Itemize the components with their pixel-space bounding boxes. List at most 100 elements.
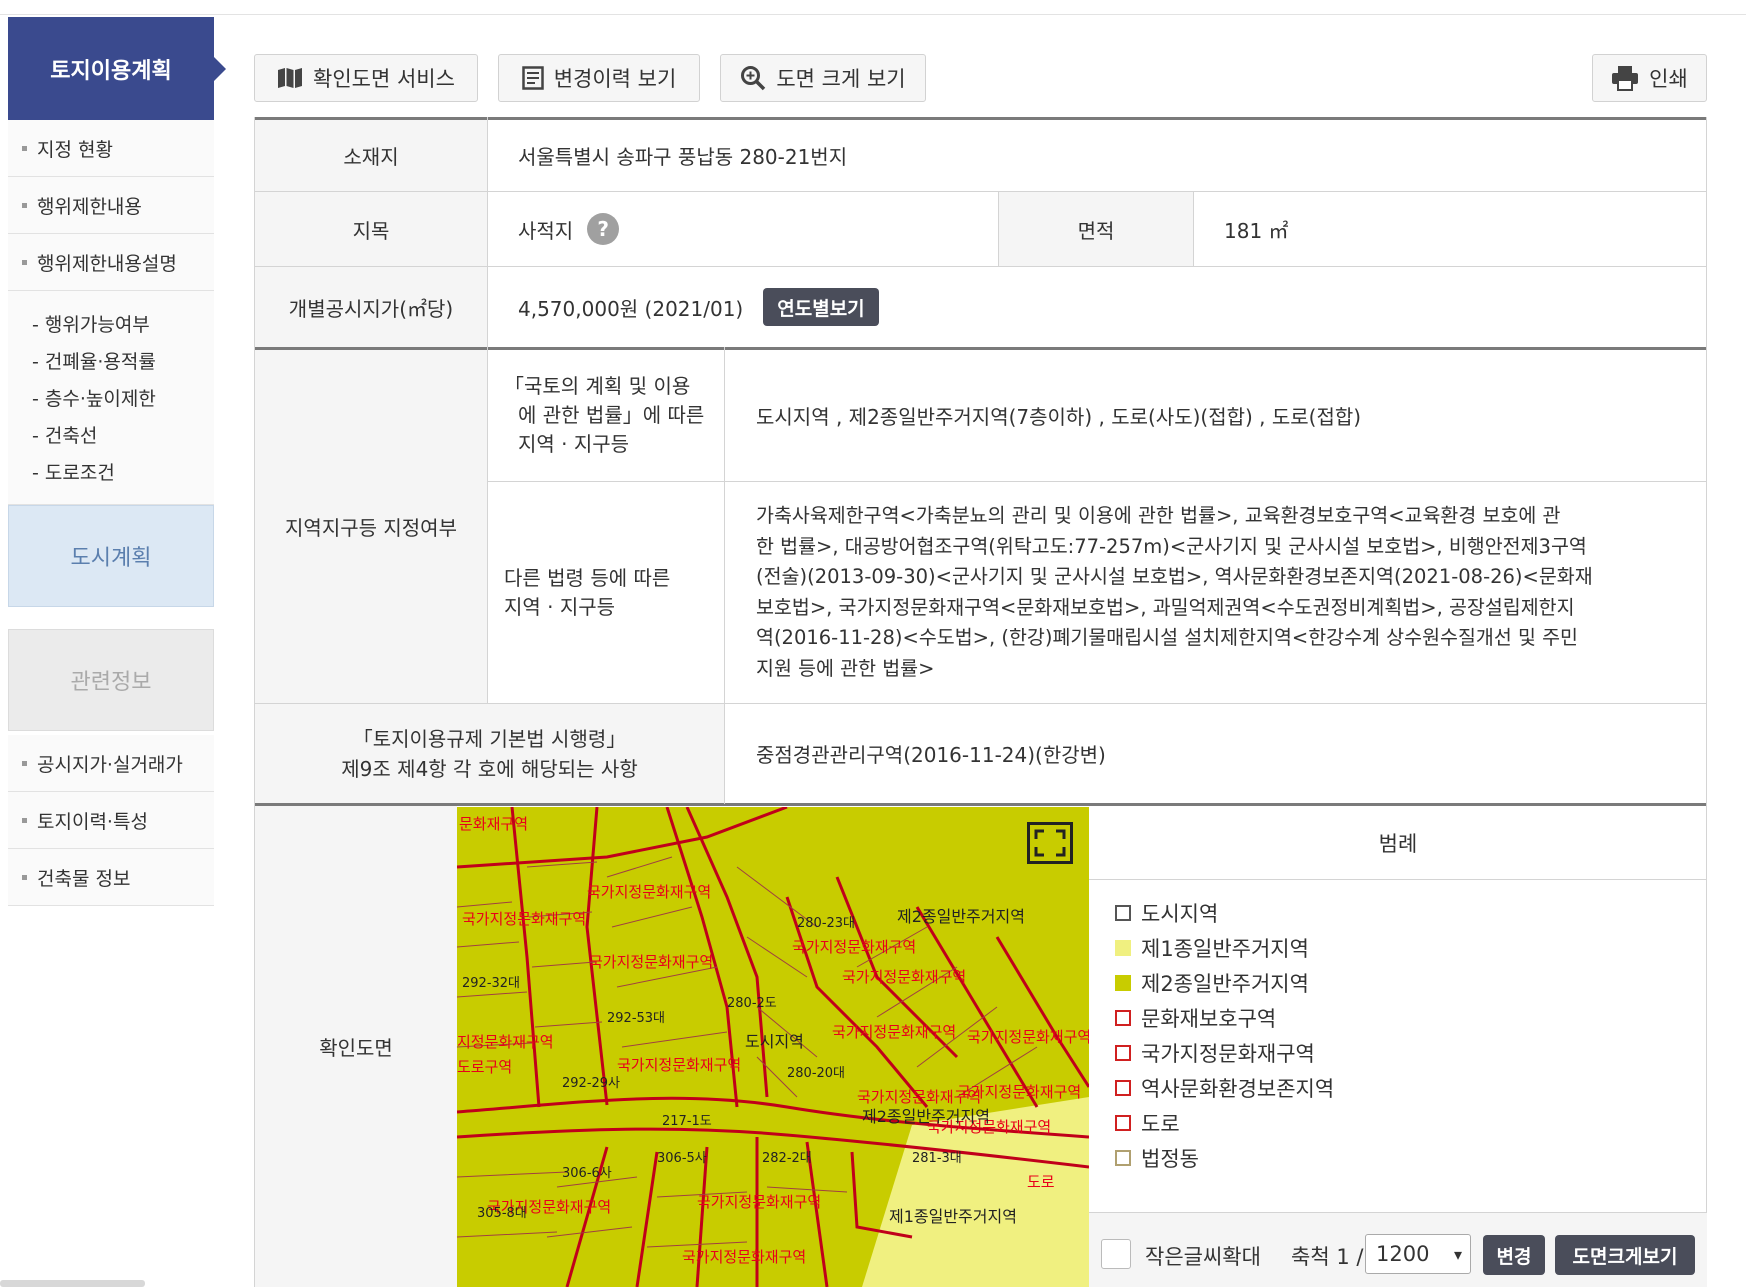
horizontal-scrollbar[interactable]: [0, 1280, 145, 1287]
national-law-value: 도시지역 , 제2종일반주거지역(7층이하) , 도로(사도)(접합) , 도로…: [756, 405, 1362, 429]
area-label: 면적: [999, 192, 1193, 266]
yearly-view-button[interactable]: 연도별보기: [763, 288, 879, 326]
svg-text:국가지정문화재구역: 국가지정문화재구역: [792, 938, 916, 956]
svg-text:제2종일반주거지역: 제2종일반주거지역: [897, 907, 1025, 926]
sidebar-header[interactable]: 토지이용계획: [8, 17, 226, 120]
svg-text:306-6사: 306-6사: [562, 1166, 612, 1181]
legend-item-legal-dong: 법정동: [1115, 1140, 1334, 1175]
svg-text:국가지정문화재구역: 국가지정문화재구역: [967, 1028, 1089, 1046]
svg-text:국가지정문화재구역: 국가지정문화재구역: [682, 1248, 806, 1266]
svg-text:국가지정문화재구역: 국가지정문화재구역: [697, 1193, 821, 1211]
sidebar-sublist: - 행위가능여부 - 건폐율·용적률 - 층수·높이제한 - 건축선 - 도로조…: [8, 291, 214, 505]
national-law-label-line: 지역 · 지구등: [518, 432, 630, 456]
map-controls-bar: 작은글씨확대 축척 1 / 1200 ▾ 변경 도면크게보기: [1089, 1212, 1707, 1287]
legend-label: 도로: [1141, 1111, 1180, 1136]
sidebar-item-label: 행위제한내용설명: [37, 252, 177, 275]
legend-divider: [1089, 879, 1707, 880]
other-law-line: 지원 등에 관한 법률>: [756, 656, 935, 680]
col-divider: [724, 347, 725, 804]
other-law-line: 가축사육제한구역<가축분뇨의 관리 및 이용에 관한 법률>, 교육환경보호구역…: [756, 504, 1561, 527]
sidebar-sub-building-line[interactable]: - 건축선: [32, 418, 214, 455]
svg-text:국가지정문화재구역: 국가지정문화재구역: [462, 910, 586, 928]
legend-swatch: [1115, 1044, 1131, 1061]
zoom-map-button[interactable]: 도면 크게 보기: [720, 54, 926, 102]
col-divider: [487, 117, 488, 348]
svg-text:217-1도: 217-1도: [662, 1114, 712, 1129]
sidebar-sub-height[interactable]: - 층수·높이제한: [32, 381, 214, 418]
svg-text:306-5사: 306-5사: [657, 1151, 707, 1166]
legend-swatch: [1115, 1079, 1131, 1096]
small-text-checkbox[interactable]: [1101, 1239, 1131, 1269]
svg-text:국가지정문화재구역: 국가지정문화재구역: [842, 968, 966, 986]
bullet-icon: [22, 145, 27, 151]
sidebar: 토지이용계획 지정 현황 행위제한내용 행위제한내용설명 - 행위가능여부 - …: [8, 17, 226, 906]
bullet-icon: [22, 817, 27, 823]
printer-icon: [1612, 66, 1639, 91]
svg-text:282-2대: 282-2대: [762, 1151, 812, 1166]
map-canvas: 문화재구역 국가지정문화재구역 국가지정문화재구역 국가지정문화재구역 국가지정…: [457, 807, 1089, 1287]
help-icon[interactable]: ?: [587, 213, 620, 245]
confirm-map-service-button[interactable]: 확인도면 서비스: [254, 54, 478, 102]
zoom-map-label: 도면 크게 보기: [776, 67, 906, 91]
svg-text:280-2도: 280-2도: [727, 996, 777, 1011]
legend-label: 제1종일반주거지역: [1141, 936, 1309, 961]
sidebar-item-label: 지정 현황: [37, 138, 113, 161]
other-law-line: (전술)(2013-09-30)<군사기지 및 군사시설 보호법>, 역사문화환…: [756, 565, 1593, 588]
sidebar-sub-permitted[interactable]: - 행위가능여부: [32, 307, 214, 344]
small-text-label: 작은글씨확대: [1145, 1245, 1261, 1269]
jimok-cell: 사적지 ?: [518, 192, 998, 266]
jimok-value: 사적지: [518, 218, 574, 243]
sidebar-sub-coverage[interactable]: - 건폐율·용적률: [32, 344, 214, 381]
sidebar-item-restriction[interactable]: 행위제한내용: [8, 177, 214, 234]
legend-item-zone1: 제1종일반주거지역: [1115, 930, 1334, 965]
svg-text:292-32대: 292-32대: [462, 976, 520, 991]
legend-swatch: [1115, 904, 1131, 921]
sidebar-item-label: 토지이력·특성: [37, 810, 148, 833]
bullet-icon: [22, 874, 27, 880]
print-button[interactable]: 인쇄: [1592, 54, 1707, 102]
scale-value: 1200: [1376, 1242, 1430, 1266]
change-history-button[interactable]: 변경이력 보기: [498, 54, 700, 102]
legend-label: 제2종일반주거지역: [1141, 971, 1309, 996]
sidebar-item-land-history[interactable]: 토지이력·특성: [8, 792, 214, 849]
change-scale-button[interactable]: 변경: [1483, 1235, 1545, 1275]
legend-item-historic-environment: 역사문화환경보존지역: [1115, 1070, 1334, 1105]
sidebar-item-building[interactable]: 건축물 정보: [8, 849, 214, 906]
sidebar-sub-road[interactable]: - 도로조건: [32, 455, 214, 492]
national-law-label: 「국토의 계획 및 이용 에 관한 법률」에 따른 지역 · 지구등: [488, 350, 724, 481]
legend-label: 역사문화환경보존지역: [1141, 1076, 1335, 1101]
legend-item-national-heritage: 국가지정문화재구역: [1115, 1035, 1334, 1070]
price-label: 개별공시지가(㎡당): [255, 267, 487, 347]
sidebar-item-restriction-desc[interactable]: 행위제한내용설명: [8, 234, 214, 291]
fullscreen-icon[interactable]: [1028, 823, 1072, 863]
legend-label: 도시지역: [1141, 901, 1219, 926]
legend-swatch: [1115, 974, 1131, 991]
svg-text:문화재구역: 문화재구역: [459, 815, 528, 833]
svg-text:305-8대: 305-8대: [477, 1206, 527, 1221]
other-law-line: 역(2016-11-28)<수도법>, (한강)폐기물매립시설 설치제한지역<한…: [756, 626, 1578, 649]
svg-text:국가지정문화재구역: 국가지정문화재구역: [589, 953, 713, 971]
svg-text:280-23대: 280-23대: [797, 916, 855, 931]
scale-select[interactable]: 1200 ▾: [1365, 1234, 1471, 1274]
sidebar-related-info[interactable]: 관련정보: [8, 629, 214, 731]
print-label: 인쇄: [1649, 67, 1688, 91]
svg-text:제2종일반주거지역: 제2종일반주거지역: [862, 1107, 990, 1126]
legend-swatch: [1115, 939, 1131, 956]
sidebar-item-label: 건축물 정보: [37, 867, 131, 890]
legend-swatch: [1115, 1149, 1131, 1166]
svg-text:국가지정문화재구역: 국가지정문화재구역: [617, 1056, 741, 1074]
legend-label: 법정동: [1141, 1146, 1199, 1171]
sidebar-city-plan[interactable]: 도시계획: [8, 505, 214, 607]
sidebar-item-designation[interactable]: 지정 현황: [8, 120, 214, 177]
magnifier-icon: [741, 66, 766, 91]
svg-text:280-20대: 280-20대: [787, 1066, 845, 1081]
regulation-label-line: 제9조 제4항 각 호에 해당되는 사항: [341, 756, 638, 781]
svg-text:도로구역: 도로구역: [457, 1058, 512, 1076]
confirm-map[interactable]: 문화재구역 국가지정문화재구역 국가지정문화재구역 국가지정문화재구역 국가지정…: [457, 807, 1089, 1287]
zoom-map-bottom-button[interactable]: 도면크게보기: [1555, 1235, 1695, 1275]
other-law-label-line: 다른 법령 등에 따른: [504, 565, 671, 590]
svg-text:국가지정문화재구역: 국가지정문화재구역: [587, 883, 711, 901]
legend-list: 도시지역 제1종일반주거지역 제2종일반주거지역 문화재보호구역 국가지정문화재…: [1115, 895, 1334, 1175]
svg-text:도로: 도로: [1027, 1173, 1055, 1191]
sidebar-item-land-price[interactable]: 공시지가·실거래가: [8, 735, 214, 792]
